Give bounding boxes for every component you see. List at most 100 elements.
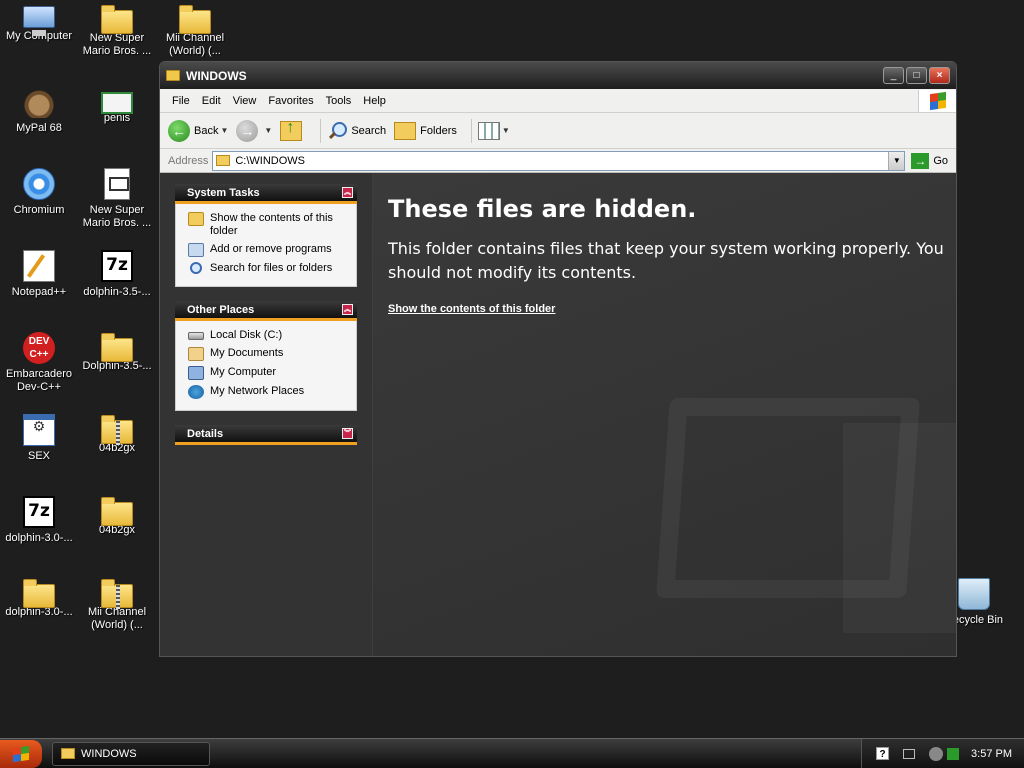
back-button[interactable]: ← Back ▼ (168, 119, 228, 142)
folders-icon (394, 121, 417, 140)
folder-icon (166, 70, 180, 81)
disk-drive-icon (188, 332, 204, 340)
hidden-files-heading: These files are hidden. (388, 195, 697, 223)
task-label: Show the contents of this folder (210, 212, 333, 237)
chevron-down-icon[interactable]: ▼ (888, 151, 905, 170)
seven-zip-icon: 7z (23, 496, 55, 528)
mypal-icon (23, 86, 55, 118)
hidden-files-message: This folder contains files that keep you… (388, 239, 944, 282)
menu-help[interactable]: Help (357, 95, 392, 107)
desktop-icon-04b2gx-folder[interactable]: 04b2gx (78, 496, 156, 537)
collapse-icon[interactable]: ︽ (342, 187, 353, 198)
zip-folder-icon (101, 579, 133, 609)
show-contents-link[interactable]: Show the contents of this folder (388, 303, 555, 315)
taskbar-window-button[interactable]: WINDOWS (52, 741, 210, 766)
desktop-icon-label: SEX (27, 450, 50, 462)
main-content: These files are hidden. This folder cont… (373, 173, 956, 656)
views-button[interactable]: ▼ (477, 121, 510, 140)
desktop-icon-dolphin-folder[interactable]: Dolphin-3.5-... (78, 332, 156, 373)
place-local-disk[interactable]: Local Disk (C:) (188, 329, 348, 342)
desktop-icon-dolphin-3-0-archive[interactable]: 7z dolphin-3.0-... (0, 496, 78, 545)
task-pane: System Tasks ︽ Show the contents of this… (160, 173, 373, 656)
desktop-icon-penis[interactable]: penis (78, 86, 156, 125)
place-my-documents[interactable]: My Documents (188, 347, 348, 361)
task-add-remove-programs[interactable]: Add or remove programs (188, 243, 348, 257)
title-bar[interactable]: WINDOWS _ □ × (160, 62, 956, 89)
desktop-icon-label: New Super Mario Bros. ... (82, 204, 152, 229)
folders-button[interactable]: Folders (394, 121, 457, 140)
folders-label: Folders (420, 124, 457, 137)
chevron-down-icon[interactable]: ▼ (220, 126, 228, 135)
close-button[interactable]: × (929, 67, 950, 84)
menu-edit[interactable]: Edit (196, 95, 227, 107)
menu-favorites[interactable]: Favorites (262, 95, 319, 107)
system-tasks-header[interactable]: System Tasks ︽ (175, 184, 357, 204)
desktop-icon-mii-channel-folder[interactable]: Mii Channel (World) (... (156, 4, 234, 58)
dev-cpp-icon: DEV C++ (23, 332, 55, 364)
chevron-down-icon[interactable]: ▼ (502, 126, 510, 135)
desktop-icon-04b2gx-zip[interactable]: 04b2gx (78, 414, 156, 455)
desktop-icon-new-super-mario-bros-folder[interactable]: New Super Mario Bros. ... (78, 4, 156, 58)
forward-arrow-icon: → (236, 119, 259, 142)
menu-view[interactable]: View (227, 95, 263, 107)
folder-icon (179, 5, 211, 34)
desktop-icon-my-computer[interactable]: My Computer (0, 4, 78, 43)
maximize-button[interactable]: □ (906, 67, 927, 84)
desktop-icon-notepad-plus-plus[interactable]: Notepad++ (0, 250, 78, 299)
network-icon[interactable] (903, 748, 916, 759)
clock[interactable]: 3:57 PM (971, 748, 1012, 760)
address-value[interactable]: C:\WINDOWS (235, 155, 888, 167)
start-button[interactable] (0, 739, 42, 768)
document-icon (104, 168, 130, 200)
task-show-contents[interactable]: Show the contents of this folder (188, 212, 348, 238)
window-content: System Tasks ︽ Show the contents of this… (160, 173, 956, 656)
menu-tools[interactable]: Tools (320, 95, 358, 107)
task-search-files[interactable]: Search for files or folders (188, 262, 348, 275)
go-button[interactable]: → Go (911, 152, 948, 169)
place-label: My Network Places (210, 385, 305, 397)
explorer-window[interactable]: WINDOWS _ □ × File Edit View Favorites T… (159, 61, 957, 657)
folder-icon (216, 155, 231, 166)
go-label: Go (933, 154, 948, 167)
desktop-icon-sex[interactable]: ⚙ SEX (0, 414, 78, 463)
place-my-computer[interactable]: My Computer (188, 366, 348, 380)
place-my-network-places[interactable]: My Network Places (188, 385, 348, 399)
minimize-button[interactable]: _ (883, 67, 904, 84)
collapse-icon[interactable]: ︽ (342, 304, 353, 315)
windows-logo-icon (918, 89, 956, 112)
desktop-icon-dolphin-3-0-folder[interactable]: dolphin-3.0-... (0, 578, 78, 619)
desktop-icon-mypal[interactable]: MyPal 68 (0, 86, 78, 135)
chromium-icon (23, 168, 55, 200)
system-tray: ? 3:57 PM (861, 738, 1024, 768)
desktop-icon-new-super-mario-bros-file[interactable]: New Super Mario Bros. ... (78, 168, 156, 230)
documents-icon (188, 347, 204, 361)
safely-remove-hardware-icon[interactable] (929, 746, 944, 761)
address-bar: Address C:\WINDOWS ▼ → Go (160, 149, 956, 173)
expand-icon[interactable]: ︾ (342, 428, 353, 439)
chevron-down-icon[interactable]: ▼ (264, 126, 272, 135)
desktop-icon-mii-channel-zip[interactable]: Mii Channel (World) (... (78, 578, 156, 632)
add-remove-programs-icon (188, 243, 204, 257)
other-places-header[interactable]: Other Places ︽ (175, 301, 357, 321)
go-arrow-icon: → (911, 152, 930, 169)
help-icon[interactable]: ? (876, 747, 890, 760)
folder-icon (101, 497, 133, 526)
panel-title: Details (187, 427, 224, 440)
desktop-icon-chromium[interactable]: Chromium (0, 168, 78, 217)
forward-button[interactable]: → ▼ (236, 119, 272, 142)
desktop-icon-dolphin-archive[interactable]: 7z dolphin-3.5-... (78, 250, 156, 299)
desktop-icon-dev-cpp[interactable]: DEV C++ Embarcadero Dev-C++ (0, 332, 78, 394)
desktop-icon-label: Embarcadero Dev-C++ (5, 368, 73, 393)
menu-bar: File Edit View Favorites Tools Help (160, 89, 956, 113)
search-button[interactable]: Search (327, 121, 386, 141)
back-arrow-icon: ← (168, 119, 190, 142)
taskbar: WINDOWS ? 3:57 PM (0, 738, 1024, 768)
details-header[interactable]: Details ︾ (175, 425, 357, 445)
address-field[interactable]: C:\WINDOWS ▼ (212, 150, 906, 171)
folder-icon (101, 333, 133, 362)
back-label: Back (194, 124, 219, 137)
up-button[interactable] (280, 119, 306, 141)
background-watermark (843, 423, 956, 633)
volume-icon[interactable] (947, 747, 960, 760)
menu-file[interactable]: File (166, 95, 196, 107)
